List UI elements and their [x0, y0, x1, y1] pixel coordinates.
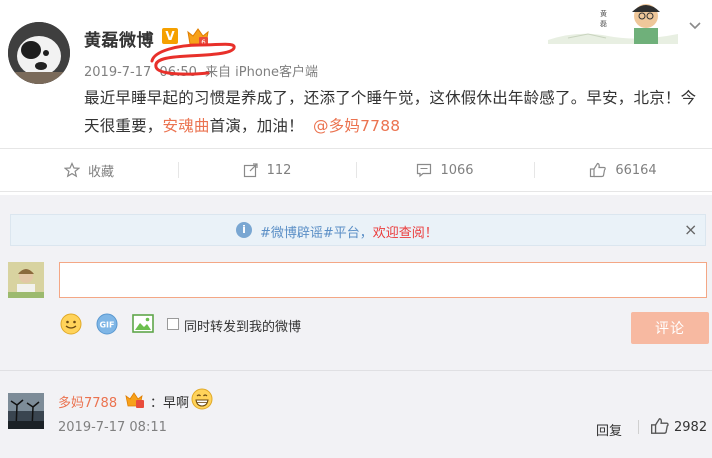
notice-highlight[interactable]: 欢迎查阅！	[373, 226, 438, 241]
image-upload-icon[interactable]	[131, 312, 155, 336]
topic-link[interactable]: 安魂曲	[163, 117, 210, 135]
comment-button[interactable]: 1066	[356, 149, 534, 191]
post-text-part2: 首演，加油！	[209, 117, 304, 135]
favorite-label: 收藏	[87, 164, 114, 180]
share-icon	[243, 163, 258, 178]
favorite-button[interactable]: 收藏	[0, 149, 178, 191]
comment-input[interactable]	[59, 262, 707, 298]
red-circle-annotation	[150, 42, 236, 76]
current-user-avatar[interactable]	[8, 262, 44, 298]
repost-checkbox-label[interactable]: 同时转发到我的微博	[184, 316, 301, 335]
thumbs-up-icon[interactable]	[650, 416, 670, 436]
star-icon	[63, 162, 80, 178]
like-count: 66164	[615, 162, 657, 178]
post-author-name[interactable]: 黄磊微博	[84, 26, 154, 51]
svg-text:磊: 磊	[600, 20, 607, 28]
comment-action-divider	[638, 420, 639, 434]
repost-count: 112	[266, 162, 292, 178]
commenter-name[interactable]: 多妈7788	[58, 392, 117, 411]
like-button[interactable]: 66164	[534, 149, 712, 191]
comment-text: ：早啊	[150, 396, 190, 411]
comment-like-count: 2982	[674, 420, 708, 435]
chevron-down-icon[interactable]	[688, 18, 704, 34]
emoji-icon[interactable]	[59, 312, 83, 336]
close-icon[interactable]: ×	[684, 220, 697, 239]
grin-emoji-icon	[191, 388, 213, 410]
comment-divider	[0, 370, 712, 371]
notice-prefix[interactable]: #微博辟谣#平台，	[260, 226, 373, 241]
post-author-avatar[interactable]	[8, 22, 70, 84]
mention-link[interactable]: @多妈7788	[313, 117, 400, 135]
commenter-avatar[interactable]	[8, 393, 44, 429]
svg-text:黄: 黄	[600, 9, 607, 18]
comment-count: 1066	[440, 162, 474, 178]
post-action-bar: 收藏 112 1066 66164	[0, 148, 712, 192]
post-date[interactable]: 2019-7-17	[84, 65, 151, 80]
notice-text[interactable]: #微博辟谣#平台，欢迎查阅！	[260, 222, 438, 241]
comment-time: 2019-7-17 08:11	[58, 420, 167, 435]
repost-checkbox[interactable]	[167, 318, 179, 330]
reply-button[interactable]: 回复	[596, 420, 622, 439]
info-icon: i	[236, 222, 252, 238]
submit-comment-button[interactable]: 评论	[631, 312, 709, 344]
comment-icon	[417, 163, 432, 178]
svg-text:GIF: GIF	[99, 321, 114, 330]
thumbs-up-icon	[590, 162, 607, 178]
post-content: 最近早睡早起的习惯是养成了，还添了个睡午觉，这休假休出年龄感了。早安，北京！今天…	[84, 84, 704, 140]
repost-button[interactable]: 112	[178, 149, 356, 191]
gif-icon[interactable]: GIF	[95, 312, 119, 336]
member-crown-icon[interactable]	[124, 391, 146, 409]
header-decoration-image: 黄 磊	[548, 0, 678, 44]
